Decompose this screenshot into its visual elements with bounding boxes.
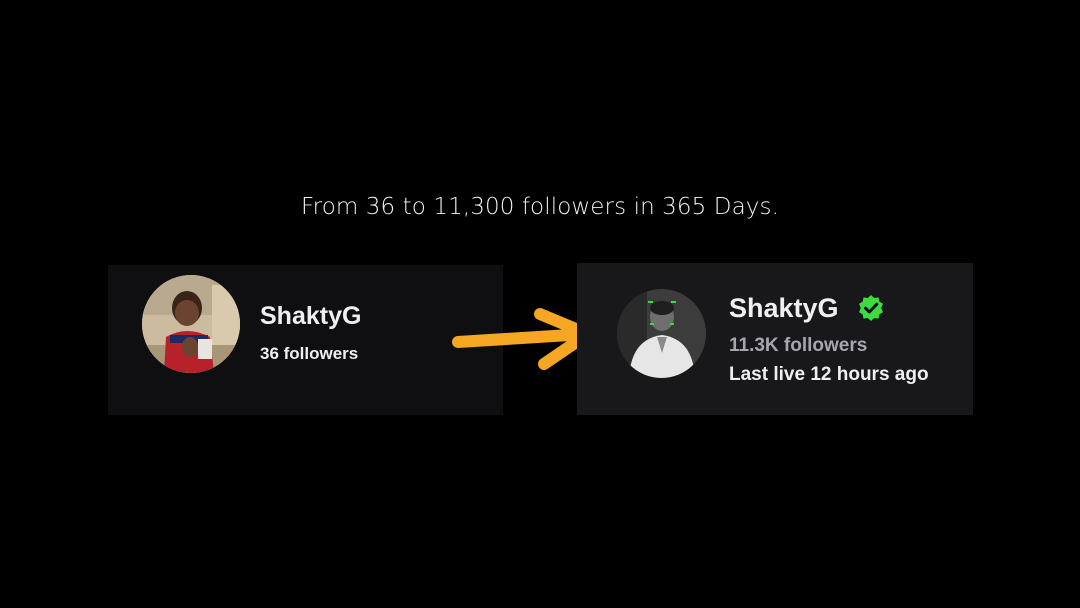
profile-card-before[interactable]: ShaktyG 36 followers bbox=[108, 265, 503, 415]
avatar[interactable] bbox=[617, 289, 706, 378]
profile-card-after[interactable]: ShaktyG 11.3K followers Last live 12 hou… bbox=[577, 263, 973, 415]
child-photo-icon bbox=[142, 275, 240, 373]
username[interactable]: ShaktyG bbox=[729, 293, 839, 324]
follower-count: 36 followers bbox=[260, 344, 359, 363]
last-live-status: Last live 12 hours ago bbox=[729, 364, 929, 385]
adult-photo-icon bbox=[617, 289, 706, 378]
headline: From 36 to 11,300 followers in 365 Days. bbox=[301, 194, 779, 220]
follower-count: 11.3K followers bbox=[729, 335, 868, 356]
username[interactable]: ShaktyG bbox=[260, 302, 361, 331]
avatar[interactable] bbox=[142, 275, 240, 373]
verified-check-icon bbox=[859, 295, 883, 321]
